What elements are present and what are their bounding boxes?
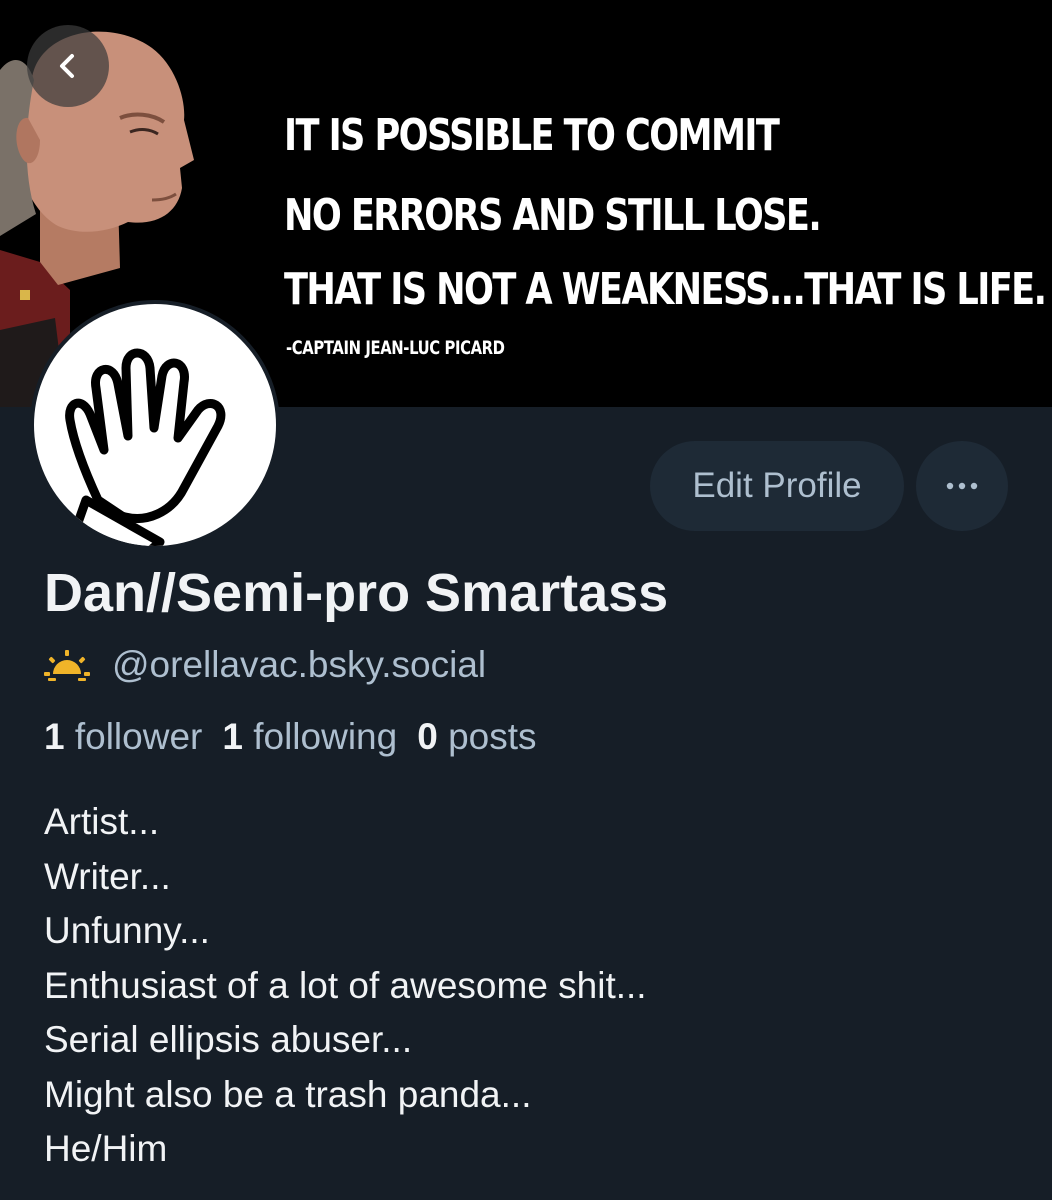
profile-bio: Artist... Writer... Unfunny... Enthusias… — [44, 795, 647, 1177]
chevron-left-icon — [60, 54, 74, 78]
bio-line: Enthusiast of a lot of awesome shit... — [44, 964, 647, 1006]
back-button[interactable] — [27, 25, 109, 107]
banner-quote-line: IT IS POSSIBLE TO COMMIT — [284, 110, 780, 161]
bio-line: Serial ellipsis abuser... — [44, 1019, 413, 1060]
following-stat[interactable]: 1 following — [222, 716, 397, 757]
bio-line: Artist... — [44, 801, 160, 842]
profile-stats: 1 follower 1 following 0 posts — [44, 716, 557, 758]
followers-label: follower — [74, 716, 203, 757]
followers-stat[interactable]: 1 follower — [44, 716, 202, 757]
bio-line: Writer... — [44, 855, 171, 897]
more-options-button[interactable] — [916, 441, 1008, 531]
following-label: following — [253, 716, 398, 757]
banner-quote-line: THAT IS NOT A WEAKNESS...THAT IS LIFE. — [284, 264, 1047, 315]
banner-quote-attribution: -CAPTAIN JEAN-LUC PICARD — [286, 337, 505, 359]
bio-line: Unfunny... — [44, 910, 210, 951]
bio-line: He/Him — [44, 1128, 168, 1169]
avatar[interactable] — [30, 300, 280, 550]
following-count: 1 — [222, 716, 243, 757]
posts-label: posts — [448, 716, 537, 757]
facepalm-hand-image — [65, 348, 226, 546]
display-name: Dan//Semi-pro Smartass — [44, 563, 669, 623]
ellipsis-icon — [946, 482, 978, 490]
posts-count: 0 — [417, 716, 438, 757]
posts-stat: 0 posts — [417, 716, 536, 757]
edit-profile-button[interactable]: Edit Profile — [650, 441, 904, 531]
sunrise-icon — [44, 650, 90, 681]
handle-text: @orellavac.bsky.social — [112, 644, 487, 685]
bio-line: Might also be a trash panda... — [44, 1073, 532, 1115]
handle-row: @orellavac.bsky.social — [44, 640, 486, 690]
banner-quote-line: NO ERRORS AND STILL LOSE. — [284, 190, 822, 241]
followers-count: 1 — [44, 716, 65, 757]
